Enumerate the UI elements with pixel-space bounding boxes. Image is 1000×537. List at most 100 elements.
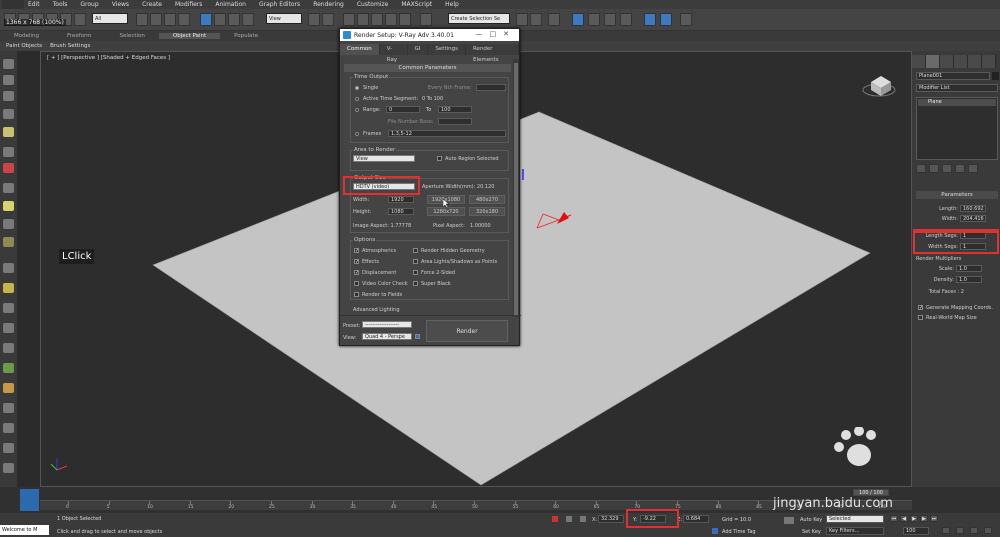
reference-coordinate-dropdown[interactable]: View (266, 13, 302, 24)
menu-edit[interactable]: Edit (28, 1, 40, 8)
x-coordinate-field[interactable]: 32.329 (598, 515, 624, 523)
width-field[interactable]: 204.416 (960, 215, 986, 222)
area-to-render-dropdown[interactable]: View (353, 155, 415, 162)
preset-480x270-button[interactable]: 480x270 (469, 195, 505, 204)
layer-icon[interactable] (548, 13, 560, 26)
place-icon[interactable] (242, 13, 254, 26)
parameters-rollout[interactable]: Parameters (916, 191, 998, 199)
tab-gi[interactable]: GI (408, 44, 429, 55)
range-from-field[interactable]: 0 (386, 106, 420, 113)
brush-settings-item[interactable]: Brush Settings (50, 43, 90, 49)
lock-view-icon[interactable] (415, 334, 420, 339)
render-production-icon[interactable] (680, 13, 692, 26)
tool-icon-4[interactable] (3, 109, 14, 119)
object-color-swatch[interactable] (992, 72, 999, 80)
tool-icon-2[interactable] (3, 75, 14, 85)
light-icon[interactable] (3, 127, 14, 137)
tool-icon-10[interactable] (3, 219, 14, 229)
frames-radio[interactable] (355, 132, 359, 136)
scale-field[interactable]: 1.0 (956, 265, 982, 272)
pixel-aspect-value[interactable]: 1.00000 (470, 223, 491, 229)
tool-icon-14[interactable] (3, 303, 14, 313)
dialog-scrollbar-thumb[interactable] (514, 63, 518, 315)
tool-icon-19[interactable] (3, 403, 14, 413)
generate-mapping-checkbox[interactable]: ✓ (918, 305, 923, 311)
tab-common[interactable]: Common (340, 44, 380, 55)
tab-object-paint[interactable]: Object Paint (158, 33, 221, 39)
go-to-start-icon[interactable]: ⏮ (890, 515, 898, 522)
scene-explorer-icon[interactable] (572, 13, 584, 26)
utilities-tab-icon[interactable] (982, 55, 996, 68)
video-color-check-checkbox[interactable] (354, 281, 359, 286)
window-controls-icon[interactable]: —□✕ (476, 30, 516, 38)
key-icon[interactable] (784, 517, 794, 524)
every-nth-field[interactable] (476, 84, 506, 91)
file-number-base-field[interactable] (438, 118, 472, 125)
rendered-frame-window-icon[interactable] (660, 13, 672, 26)
tab-freeform[interactable]: Freeform (53, 33, 106, 39)
named-selection-dropdown[interactable]: Create Selection Se (448, 13, 510, 24)
range-to-field[interactable]: 100 (438, 106, 472, 113)
stack-item-plane[interactable]: Plane (918, 99, 996, 106)
create-tab-icon[interactable] (912, 55, 926, 68)
angle-snap-icon[interactable] (74, 13, 86, 26)
absolute-mode-icon[interactable] (580, 516, 586, 522)
tool-icon-8[interactable] (3, 183, 14, 193)
menu-views[interactable]: Views (112, 1, 129, 8)
isolate-icon[interactable] (552, 516, 558, 522)
snaps-toggle-icon[interactable] (357, 13, 369, 26)
menu-modifiers[interactable]: Modifiers (175, 1, 202, 8)
go-to-end-icon[interactable]: ⏭ (930, 515, 938, 522)
auto-region-checkbox[interactable] (437, 156, 442, 161)
align-icon[interactable] (530, 13, 542, 26)
tab-vray[interactable]: V-Ray (380, 44, 408, 63)
selection-lock-icon[interactable] (566, 516, 572, 522)
time-config-icon[interactable] (942, 527, 950, 534)
tool-icon-12[interactable] (3, 263, 14, 273)
area-lights-checkbox[interactable] (413, 259, 418, 264)
tool-icon-9[interactable] (3, 201, 14, 211)
spinner-snap-icon[interactable] (399, 13, 411, 26)
undo-icon[interactable] (2, 0, 24, 9)
menu-animation[interactable]: Animation (215, 1, 246, 8)
set-key-button[interactable]: Set Key (802, 529, 821, 535)
real-world-map-checkbox[interactable] (918, 315, 923, 320)
tab-modeling[interactable]: Modeling (0, 33, 53, 39)
rectangle-region-icon[interactable] (164, 13, 176, 26)
curve-editor-icon[interactable] (588, 13, 600, 26)
auto-key-button[interactable]: Auto Key (800, 517, 822, 523)
z-coordinate-field[interactable]: 0.684 (683, 515, 709, 523)
single-radio[interactable] (355, 86, 359, 90)
menu-maxscript[interactable]: MAXScript (401, 1, 432, 8)
time-tag-icon[interactable] (712, 528, 718, 534)
rotate-icon[interactable] (214, 13, 226, 26)
render-hidden-checkbox[interactable] (413, 248, 418, 253)
tool-icon-13[interactable] (3, 283, 14, 293)
pivot-icon[interactable] (308, 13, 320, 26)
material-editor-icon[interactable] (620, 13, 632, 26)
zoom-icon[interactable] (956, 527, 964, 534)
height-field[interactable]: 1080 (388, 208, 414, 215)
menu-customize[interactable]: Customize (357, 1, 389, 8)
render-button[interactable]: Render (426, 320, 508, 342)
angle-snap-toggle-icon[interactable] (371, 13, 383, 26)
tool-icon-20[interactable] (3, 423, 14, 433)
mirror-icon[interactable] (516, 13, 528, 26)
render-to-fields-checkbox[interactable] (354, 292, 359, 297)
menu-create[interactable]: Create (142, 1, 162, 8)
menu-graph-editors[interactable]: Graph Editors (259, 1, 300, 8)
edit-named-selection-icon[interactable] (420, 13, 432, 26)
show-end-result-icon[interactable] (929, 164, 939, 173)
motion-tab-icon[interactable] (954, 55, 968, 68)
render-setup-icon[interactable] (644, 13, 656, 26)
preset-320x180-button[interactable]: 320x180 (469, 207, 505, 216)
key-mode-dropdown[interactable]: Selected (826, 515, 884, 523)
current-frame-field[interactable]: 100 (903, 527, 929, 535)
previous-frame-icon[interactable]: ◀ (900, 515, 908, 522)
tool-icon-11[interactable] (3, 237, 14, 247)
tool-icon-22[interactable] (3, 463, 14, 473)
keyboard-shortcut-icon[interactable] (343, 13, 355, 26)
hierarchy-tab-icon[interactable] (940, 55, 954, 68)
density-field[interactable]: 1.0 (956, 276, 982, 283)
tab-selection[interactable]: Selection (106, 33, 159, 39)
